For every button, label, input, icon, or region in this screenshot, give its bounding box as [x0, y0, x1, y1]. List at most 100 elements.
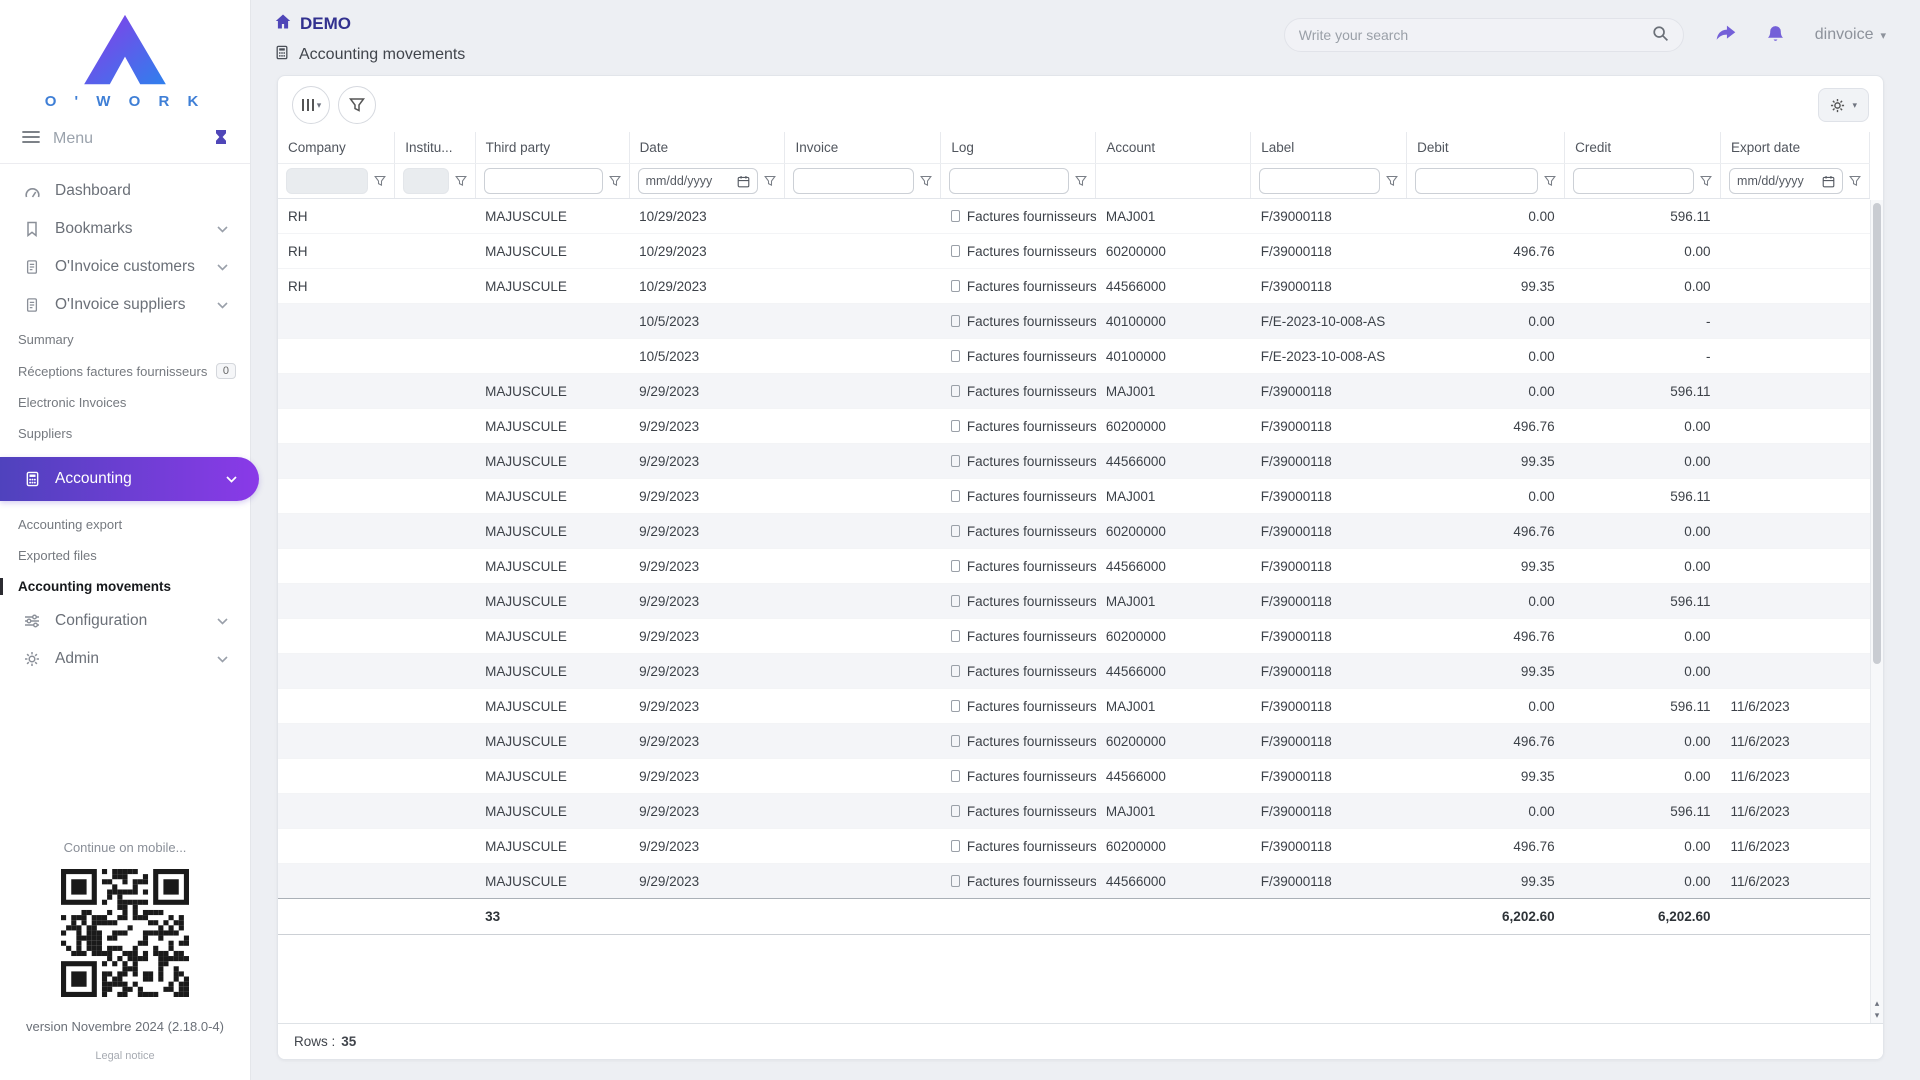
cell-date: 10/5/2023 — [629, 304, 785, 339]
journal-icon — [951, 490, 960, 502]
filter-funnel-export_date[interactable] — [1849, 175, 1861, 187]
table-row[interactable]: RHMAJUSCULE10/29/2023Factures fournisseu… — [278, 199, 1870, 234]
search-input[interactable] — [1299, 27, 1652, 43]
sidebar-item-dashboard[interactable]: Dashboard — [0, 172, 250, 210]
table-row[interactable]: MAJUSCULE9/29/2023Factures fournisseurs4… — [278, 549, 1870, 584]
table-row[interactable]: RHMAJUSCULE10/29/2023Factures fournisseu… — [278, 234, 1870, 269]
table-row[interactable]: RHMAJUSCULE10/29/2023Factures fournisseu… — [278, 269, 1870, 304]
column-header-institution[interactable]: Institu... — [395, 132, 475, 164]
app-breadcrumb[interactable]: DEMO — [275, 14, 465, 34]
table-row[interactable]: MAJUSCULE9/29/2023Factures fournisseurs4… — [278, 444, 1870, 479]
table-row[interactable]: MAJUSCULE9/29/2023Factures fournisseursM… — [278, 689, 1870, 724]
filter-input-date[interactable]: mm/dd/yyyy — [638, 168, 759, 194]
table-row[interactable]: MAJUSCULE9/29/2023Factures fournisseurs6… — [278, 724, 1870, 759]
filter-input-debit[interactable] — [1415, 168, 1538, 194]
sidebar-subitem-electronic-invoices[interactable]: Electronic Invoices — [0, 387, 250, 418]
hamburger-icon[interactable] — [22, 130, 40, 147]
table-row[interactable]: MAJUSCULE9/29/2023Factures fournisseurs6… — [278, 514, 1870, 549]
cell-institution — [395, 234, 475, 269]
cell-credit: 596.11 — [1565, 374, 1721, 409]
table-row[interactable]: MAJUSCULE9/29/2023Factures fournisseursM… — [278, 479, 1870, 514]
cell-third_party: MAJUSCULE — [475, 829, 629, 864]
column-header-date[interactable]: Date — [629, 132, 785, 164]
filter-funnel-invoice[interactable] — [920, 175, 932, 187]
table-row[interactable]: MAJUSCULE9/29/2023Factures fournisseurs6… — [278, 619, 1870, 654]
filter-input-log[interactable] — [949, 168, 1069, 194]
filter-input-third_party[interactable] — [484, 168, 603, 194]
legal-notice-link[interactable]: Legal notice — [0, 1050, 250, 1062]
column-header-third_party[interactable]: Third party — [475, 132, 629, 164]
table-row[interactable]: MAJUSCULE9/29/2023Factures fournisseursM… — [278, 374, 1870, 409]
filter-input-credit[interactable] — [1573, 168, 1694, 194]
sidebar-subitem-receptions[interactable]: Réceptions factures fournisseurs 0 — [0, 355, 250, 387]
filter-funnel-log[interactable] — [1075, 175, 1087, 187]
scroll-down-arrow[interactable]: ▾ — [1875, 1011, 1880, 1020]
filter-funnel-date[interactable] — [764, 175, 776, 187]
calendar-icon[interactable] — [737, 175, 750, 188]
sidebar-subitem-accounting-export[interactable]: Accounting export — [0, 509, 250, 540]
calendar-icon[interactable] — [1822, 175, 1835, 188]
settings-button[interactable]: ▾ — [1818, 88, 1869, 122]
scroll-up-arrow[interactable]: ▴ — [1875, 999, 1880, 1008]
sidebar-item-bookmarks[interactable]: Bookmarks — [0, 210, 250, 248]
column-header-company[interactable]: Company — [278, 132, 395, 164]
cell-debit: 0.00 — [1407, 794, 1565, 829]
menu-toggle[interactable]: Menu — [0, 114, 250, 164]
filter-funnel-label[interactable] — [1386, 175, 1398, 187]
table-row[interactable]: MAJUSCULE9/29/2023Factures fournisseurs4… — [278, 864, 1870, 899]
cell-account: 60200000 — [1096, 234, 1251, 269]
table-row[interactable]: 10/5/2023Factures fournisseurs40100000F/… — [278, 304, 1870, 339]
column-header-log[interactable]: Log — [941, 132, 1096, 164]
sidebar-subitem-summary[interactable]: Summary — [0, 324, 250, 355]
sidebar-item-configuration[interactable]: Configuration — [0, 602, 250, 640]
filter-funnel-third_party[interactable] — [609, 175, 621, 187]
filter-funnel-debit[interactable] — [1544, 175, 1556, 187]
sidebar-item-oinvoice-suppliers[interactable]: O'Invoice suppliers — [0, 286, 250, 324]
filter-funnel-institution[interactable] — [455, 175, 467, 187]
cell-third_party: MAJUSCULE — [475, 654, 629, 689]
cell-export_date — [1721, 339, 1870, 374]
filter-input-label[interactable] — [1259, 168, 1380, 194]
column-header-export_date[interactable]: Export date — [1721, 132, 1870, 164]
bell-icon[interactable] — [1766, 24, 1785, 47]
filter-button[interactable] — [338, 86, 376, 124]
sidebar-subitem-suppliers[interactable]: Suppliers — [0, 418, 250, 449]
filter-funnel-company[interactable] — [374, 175, 386, 187]
sidebar-item-accounting[interactable]: Accounting — [0, 457, 259, 501]
total-export_date — [1721, 899, 1870, 935]
user-menu[interactable]: dinvoice ▾ — [1815, 26, 1886, 44]
sidebar-item-admin[interactable]: Admin — [0, 640, 250, 678]
cell-label: F/E-2023-10-008-AS — [1251, 339, 1407, 374]
filter-funnel-credit[interactable] — [1700, 175, 1712, 187]
cell-date: 9/29/2023 — [629, 864, 785, 899]
search-icon[interactable] — [1652, 25, 1669, 45]
filter-input-invoice[interactable] — [793, 168, 914, 194]
columns-button[interactable]: ▾ — [292, 86, 330, 124]
share-icon[interactable] — [1714, 25, 1736, 46]
filter-input-export_date[interactable]: mm/dd/yyyy — [1729, 168, 1843, 194]
table-row[interactable]: MAJUSCULE9/29/2023Factures fournisseurs4… — [278, 654, 1870, 689]
table-row[interactable]: MAJUSCULE9/29/2023Factures fournisseurs4… — [278, 759, 1870, 794]
hourglass-icon[interactable] — [214, 129, 228, 148]
mobile-text: Continue on mobile... — [0, 840, 250, 855]
sidebar-item-oinvoice-customers[interactable]: O'Invoice customers — [0, 248, 250, 286]
column-header-credit[interactable]: Credit — [1565, 132, 1721, 164]
table-row[interactable]: 10/5/2023Factures fournisseurs40100000F/… — [278, 339, 1870, 374]
scrollbar-thumb[interactable] — [1873, 203, 1881, 664]
column-header-invoice[interactable]: Invoice — [785, 132, 941, 164]
table-row[interactable]: MAJUSCULE9/29/2023Factures fournisseurs6… — [278, 409, 1870, 444]
column-header-account[interactable]: Account — [1096, 132, 1251, 164]
total-log — [941, 899, 1096, 935]
column-header-label[interactable]: Label — [1251, 132, 1407, 164]
cell-log: Factures fournisseurs — [941, 584, 1096, 619]
sidebar-subitem-accounting-movements[interactable]: Accounting movements — [0, 571, 250, 602]
column-header-debit[interactable]: Debit — [1407, 132, 1565, 164]
table-row[interactable]: MAJUSCULE9/29/2023Factures fournisseursM… — [278, 584, 1870, 619]
logo-mountain-icon — [73, 12, 177, 88]
table-scrollbar[interactable]: ▴ ▾ — [1870, 200, 1883, 1023]
table-row[interactable]: MAJUSCULE9/29/2023Factures fournisseurs6… — [278, 829, 1870, 864]
topbar: DEMO Accounting movements — [251, 0, 1920, 69]
sidebar-subitem-exported-files[interactable]: Exported files — [0, 540, 250, 571]
search-bar[interactable] — [1284, 18, 1684, 52]
table-row[interactable]: MAJUSCULE9/29/2023Factures fournisseursM… — [278, 794, 1870, 829]
